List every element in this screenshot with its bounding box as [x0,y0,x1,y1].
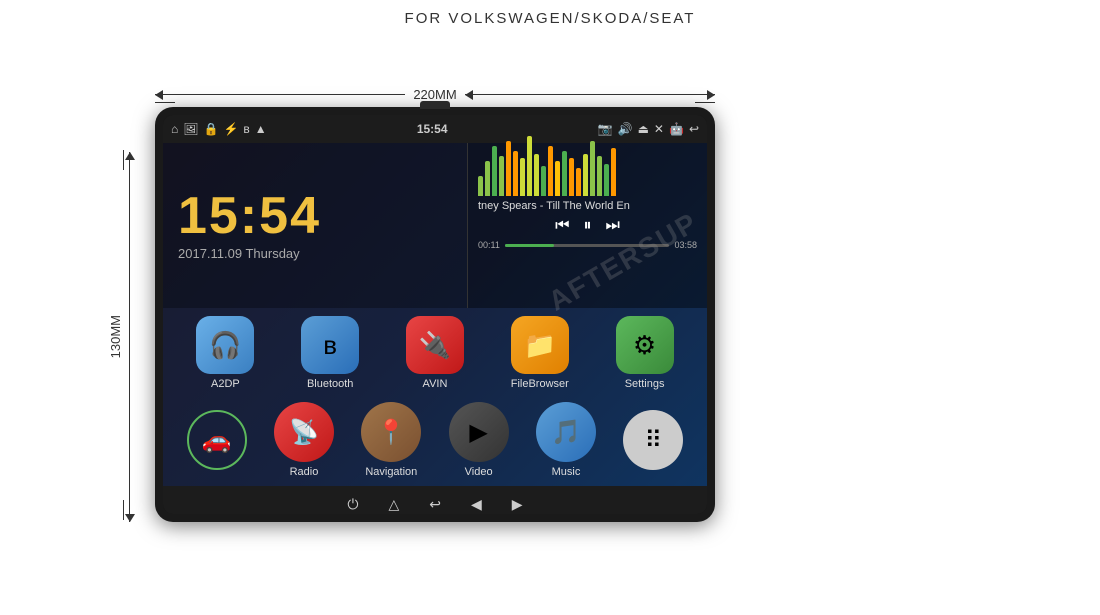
music-widget: tney Spears - Till The World En ⏮ ⏸ ⏭ 00… [467,143,707,308]
device-frame: ⌂ 🖼 🔒 ⚡ ʙ ▲ 15:54 📷 🔊 ⏏ ✕ 🤖 ↩ [155,107,715,522]
wifi-icon: ▲ [255,122,267,136]
tick-left [155,102,175,103]
app-icon-bluetooth[interactable]: ʙ Bluetooth [288,316,373,390]
usb-icon: ⚡ [223,122,238,136]
back-icon: ↩ [689,122,699,136]
clock-time: 15:54 [178,190,452,242]
music-progress: 00:11 03:58 [478,240,697,250]
more-circle-icon: ⠿ [623,410,683,470]
status-right: 📷 🔊 ⏏ ✕ 🤖 ↩ [598,122,699,136]
back-nav-button[interactable]: ↩ [429,496,441,513]
video-label: Video [465,466,493,478]
app-icon-music[interactable]: 🎵 Music [523,402,608,478]
progress-bar [505,244,670,247]
page-title: FOR VOLKSWAGEN/SKODA/SEAT [0,0,1100,27]
avin-icon: 🔌 [406,316,464,374]
filebrowser-icon: 📁 [511,316,569,374]
app-icon-more[interactable]: ⠿ [611,410,696,470]
a2dp-icon: 🎧 [196,316,254,374]
prev-button[interactable]: ⏮ [555,217,569,235]
bluetooth-label: Bluetooth [307,378,353,390]
camera-icon: 📷 [598,122,613,136]
app-icon-radio[interactable]: 📡 Radio [261,402,346,478]
music-title: tney Spears - Till The World En [478,200,697,212]
power-button[interactable]: ⏻ [347,496,358,513]
a2dp-label: A2DP [211,378,240,390]
music-controls[interactable]: ⏮ ⏸ ⏭ [478,217,697,235]
next-button[interactable]: ⏭ [606,217,620,235]
height-arrow: 130MM [108,152,130,522]
screen: ⌂ 🖼 🔒 ⚡ ʙ ▲ 15:54 📷 🔊 ⏏ ✕ 🤖 ↩ [163,115,707,514]
app-icon-settings[interactable]: ⚙ Settings [602,316,687,390]
volume-icon: 🔊 [618,122,633,136]
home-icon: ⌂ [171,122,178,136]
tick-right [695,102,715,103]
nav-bar: ⏻ △ ↩ ◀ ▶ [163,486,707,514]
clock-date: 2017.11.09 Thursday [178,246,452,261]
clock-widget: 15:54 2017.11.09 Thursday [163,143,467,308]
time-total: 03:58 [674,240,697,250]
top-section: 15:54 2017.11.09 Thursday tney Spears - … [163,143,707,308]
app-icon-filebrowser[interactable]: 📁 FileBrowser [497,316,582,390]
width-arrow: 220MM [155,87,715,102]
navigation-circle-icon: 📍 [361,402,421,462]
status-time: 15:54 [417,122,448,136]
diagram-container: 220MM 130MM MIC GPS RST ⌂ 🖼 🔒 ⚡ ʙ [0,32,1100,612]
avin-label: AVIN [423,378,448,390]
height-label: 130MM [108,315,123,358]
time-current: 00:11 [478,240,500,250]
progress-fill [505,244,554,247]
apps-row-2: 🚗 📡 Radio 📍 Navigation ▶ Video 🎵 Music ⠿ [163,398,707,486]
main-area: AFTERSUP 15:54 2017.11.09 Thursday tney … [163,143,707,486]
status-left: ⌂ 🖼 🔒 ⚡ ʙ ▲ [171,122,267,136]
settings-label: Settings [625,378,665,390]
radio-circle-icon: 📡 [274,402,334,462]
width-label: 220MM [413,87,456,102]
bluetooth-icon: ʙ [301,316,359,374]
app-icon-car[interactable]: 🚗 [174,410,259,470]
music-circle-icon: 🎵 [536,402,596,462]
prev-nav-button[interactable]: ◀ [471,496,482,513]
navigation-label: Navigation [365,466,417,478]
v-line-top [129,152,130,337]
app-icon-navigation[interactable]: 📍 Navigation [349,402,434,478]
bluetooth-status-icon: ʙ [243,122,249,136]
video-circle-icon: ▶ [449,402,509,462]
close-x-icon: ✕ [654,122,664,136]
android-icon: 🤖 [669,122,684,136]
image-icon: 🖼 [183,122,198,136]
settings-icon: ⚙ [616,316,674,374]
app-icon-avin[interactable]: 🔌 AVIN [392,316,477,390]
radio-label: Radio [290,466,319,478]
status-bar: ⌂ 🖼 🔒 ⚡ ʙ ▲ 15:54 📷 🔊 ⏏ ✕ 🤖 ↩ [163,115,707,143]
apps-row-1: 🎧 A2DP ʙ Bluetooth 🔌 AVIN 📁 FileBrowser ⚙ Setting… [163,308,707,398]
arrow-right-line [465,94,715,95]
car-circle-icon: 🚗 [187,410,247,470]
equalizer [478,151,697,196]
eject-icon: ⏏ [638,122,649,136]
filebrowser-label: FileBrowser [511,378,569,390]
next-nav-button[interactable]: ▶ [512,496,523,513]
play-button[interactable]: ⏸ [583,217,591,235]
home-button[interactable]: △ [389,496,400,513]
arrow-left-line [155,94,405,95]
app-icon-video[interactable]: ▶ Video [436,402,521,478]
music-label: Music [552,466,581,478]
v-line-bottom [129,337,130,522]
app-icon-a2dp[interactable]: 🎧 A2DP [183,316,268,390]
lock-icon: 🔒 [203,122,218,136]
